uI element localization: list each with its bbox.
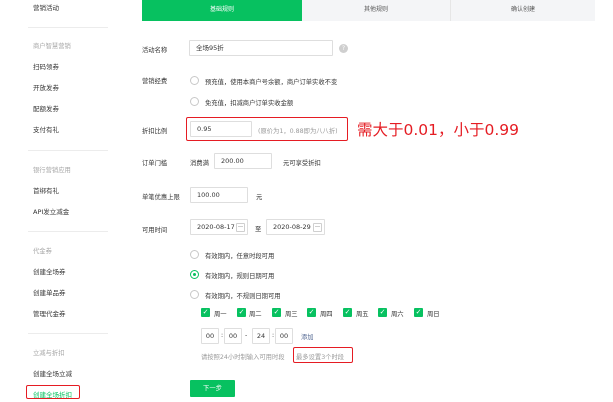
threshold-prefix: 消费满: [190, 160, 209, 167]
checkbox-saturday[interactable]: ✓: [378, 308, 387, 317]
help-circle-icon[interactable]: ?: [339, 44, 348, 53]
add-time-slot-link[interactable]: 添加: [301, 332, 314, 341]
sidebar-divider: [28, 27, 108, 28]
discount-ratio-hint: (原价为1，0.88即为八八折): [258, 128, 338, 135]
time-format-tip: 请按照24小时制输入可用时段: [201, 354, 285, 361]
start-minute-input[interactable]: 00: [224, 328, 242, 344]
sidebar-divider: [28, 150, 108, 151]
time-colon: :: [272, 332, 275, 339]
time-colon: :: [221, 332, 224, 339]
threshold-amount-input[interactable]: 200.00: [214, 153, 272, 169]
end-minute-input[interactable]: 00: [275, 328, 293, 344]
sidebar-item-scan-coupon[interactable]: 扫码领券: [33, 61, 59, 71]
sidebar-item-api-discount[interactable]: API发立减金: [33, 206, 69, 216]
radio-no-prepaid[interactable]: [190, 97, 199, 106]
checkbox-monday[interactable]: ✓: [201, 308, 210, 317]
radio-irregular-dates[interactable]: [190, 290, 199, 299]
weekday-label: 周四: [320, 311, 333, 318]
next-step-button[interactable]: 下一步: [190, 380, 235, 397]
irregular-dates-option-label: 有效期内，不规则日期可用: [205, 293, 281, 300]
radio-any-time[interactable]: [190, 250, 199, 259]
highlight-box: [26, 385, 80, 399]
sidebar-divider: [28, 333, 108, 334]
sidebar-item-first-bind-gift[interactable]: 首绑有礼: [33, 185, 59, 195]
discount-ratio-label: 折扣比例: [142, 128, 168, 135]
available-time-label: 可用时间: [142, 227, 168, 234]
sidebar-item-create-store-voucher[interactable]: 创建全场券: [33, 266, 66, 276]
sidebar-group-discounts: 立减与折扣: [33, 350, 65, 357]
end-hour-input[interactable]: 24: [252, 328, 270, 344]
step-basic-rules: 基础规则: [142, 0, 309, 21]
sidebar-item-create-product-voucher[interactable]: 创建单品券: [33, 287, 66, 297]
any-time-option-label: 有效期内，任意时段可用: [205, 253, 275, 260]
weekday-label: 周一: [214, 311, 227, 318]
checkbox-thursday[interactable]: ✓: [307, 308, 316, 317]
checkbox-friday[interactable]: ✓: [343, 308, 352, 317]
sidebar-item-quota-issue[interactable]: 配额发券: [33, 103, 59, 113]
funding-label: 营销经费: [142, 78, 168, 85]
sidebar-item-marketing-activities[interactable]: 营销活动: [33, 2, 59, 12]
sidebar-item-create-store-reduction[interactable]: 创建全场立减: [33, 368, 72, 378]
weekday-label: 周日: [427, 311, 440, 318]
annotation-text: 需大于0.01，小于0.99: [357, 121, 520, 139]
radio-regular-dates[interactable]: [190, 270, 199, 279]
max-discount-unit: 元: [256, 194, 263, 201]
sidebar-item-manage-vouchers[interactable]: 管理代金券: [33, 308, 66, 318]
sidebar-divider: [28, 231, 108, 232]
start-hour-input[interactable]: 00: [201, 328, 219, 344]
weekday-label: 周三: [285, 311, 298, 318]
time-range-dash: -: [245, 332, 248, 339]
max-discount-input[interactable]: 100.00: [190, 187, 248, 203]
checkbox-wednesday[interactable]: ✓: [272, 308, 281, 317]
sidebar-item-pay-gift[interactable]: 支付有礼: [33, 124, 59, 134]
order-threshold-label: 订单门槛: [142, 160, 168, 167]
activity-name-label: 活动名称: [142, 47, 168, 54]
time-slot-limit-tip: 最多设置3个时段: [296, 354, 345, 361]
sidebar-group-vouchers: 代金券: [33, 248, 52, 255]
max-discount-label: 单笔优惠上限: [142, 194, 180, 201]
discount-ratio-input[interactable]: 0.95: [190, 121, 252, 137]
no-prepaid-option-label: 免充值，扣减商户订单实收金额: [205, 100, 294, 107]
threshold-suffix: 元可享受折扣: [283, 160, 321, 167]
sidebar-group-smart-marketing: 商户智慧营销: [33, 43, 71, 50]
calendar-icon[interactable]: [313, 223, 322, 232]
weekday-label: 周六: [391, 311, 404, 318]
step-progress-bar: 基础规则 其他规则 确认创建: [142, 0, 595, 21]
regular-dates-option-label: 有效期内，规则日期可用: [205, 273, 275, 280]
radio-prepaid[interactable]: [190, 76, 199, 85]
date-range-separator: 至: [255, 226, 262, 233]
sidebar-item-open-issue[interactable]: 开放发券: [33, 82, 59, 92]
step-confirm-create: 确认创建: [450, 0, 595, 21]
sidebar-group-bank-marketing: 银行营销应用: [33, 167, 71, 174]
weekday-label: 周五: [356, 311, 369, 318]
prepaid-option-label: 预充值，使用本商户号余额，商户订单实收不变: [205, 79, 338, 86]
checkbox-tuesday[interactable]: ✓: [237, 308, 246, 317]
calendar-icon[interactable]: [236, 223, 245, 232]
step-other-rules: 其他规则: [302, 0, 450, 21]
sidebar: 营销活动 商户智慧营销 扫码领券 开放发券 配额发券 支付有礼 银行营销应用 首…: [0, 0, 120, 402]
weekday-label: 周二: [249, 311, 262, 318]
activity-name-input[interactable]: 全场95折: [189, 40, 333, 56]
checkbox-sunday[interactable]: ✓: [414, 308, 423, 317]
